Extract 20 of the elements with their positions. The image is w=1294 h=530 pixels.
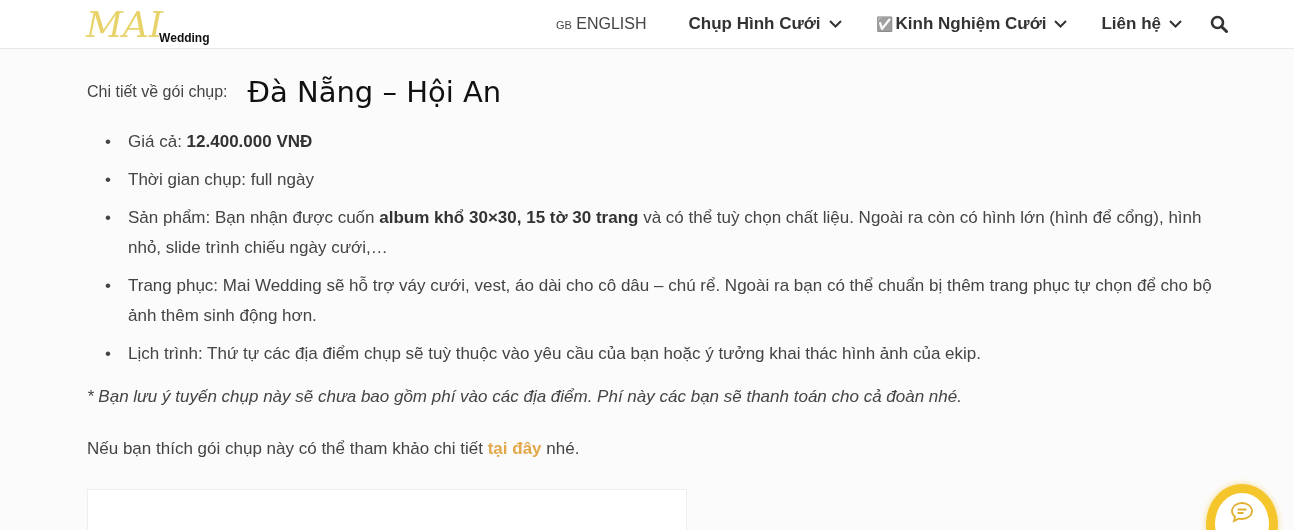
bullet: • — [105, 275, 112, 297]
package-label: Chi tiết về gói chụp: — [87, 83, 228, 101]
bullet: • — [105, 207, 112, 229]
nav-menu-item[interactable]: Liên hệ — [1101, 14, 1182, 34]
search-icon[interactable] — [1210, 15, 1228, 33]
detail-item: Sản phẩm: Bạn nhận được cuốn album khổ 30×30, 15 tờ 30 trang và có thể tuỳ chọn chất liệu. Ngoài ra còn có hình lớn (hình để cổng), hình nhỏ, slide trình chiếu ngày cưới,… — [128, 207, 1203, 259]
bullet: • — [105, 343, 112, 365]
reference-text: Nếu bạn thích gói chụp này có thể tham khảo chi tiết tại đây nhé. — [87, 439, 581, 459]
language-link[interactable]: GB ENGLISH — [555, 15, 647, 33]
bullet: • — [105, 131, 112, 153]
detail-item: Giá cả: 12.400.000 VNĐ — [128, 131, 313, 153]
chat-bubble-icon — [1230, 501, 1254, 523]
nav-menu-item[interactable]: Chụp Hình Cưới — [688, 14, 842, 34]
nav-menu-item[interactable]: ✅ Kinh Nghiệm Cưới — [875, 14, 1068, 34]
package-title: Đà Nẵng – Hội An — [247, 75, 502, 109]
detail-item: Thời gian chụp: full ngày — [128, 169, 314, 191]
detail-item: Trang phục: Mai Wedding sẽ hỗ trợ váy cưới, vest, áo dài cho cô dâu – chú rể. Ngoài ra bạn có thể chuẩn bị thêm trang phục tự chọn để cho bộ ảnh thêm sinh động hơn. — [128, 275, 1213, 327]
detail-item: Lịch trình: Thứ tự các địa điểm chụp sẽ tuỳ thuộc vào yêu cầu của bạn hoặc ý tưởng khai thác hình ảnh của ekip. — [128, 343, 981, 365]
note-text: * Bạn lưu ý tuyến chụp này sẽ chưa bao gồm phí vào các địa điểm. Phí này các bạn sẽ thanh toán cho cả đoàn nhé. — [87, 387, 963, 407]
bullet: • — [105, 169, 112, 191]
